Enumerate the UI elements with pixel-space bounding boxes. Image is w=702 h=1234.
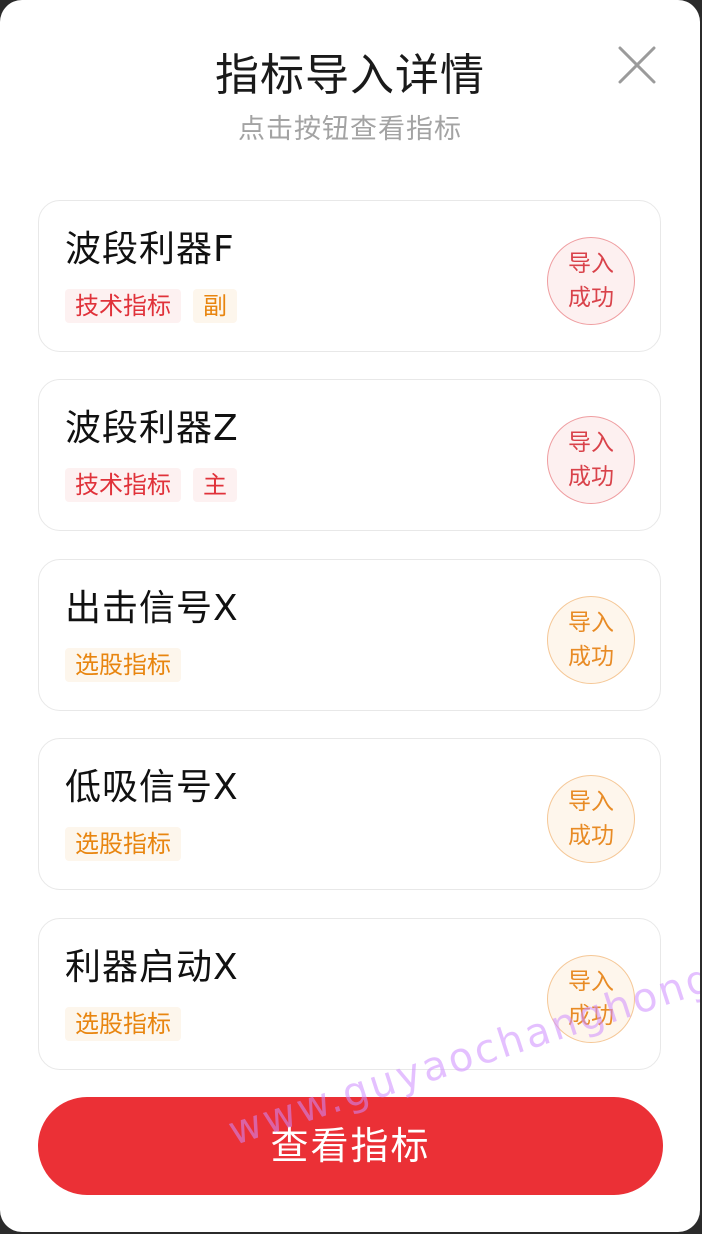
stamp-line-2: 成功 [568,1003,614,1029]
import-success-stamp: 导入 成功 [547,237,635,325]
indicator-card: 波段利器F 技术指标 副 导入 成功 [38,200,661,352]
indicator-card: 利器启动X 选股指标 导入 成功 [38,918,661,1070]
indicator-type-tag: 选股指标 [65,1007,181,1041]
stamp-line-2: 成功 [568,644,614,670]
indicator-card: 出击信号X 选股指标 导入 成功 [38,559,661,711]
import-success-stamp: 导入 成功 [547,416,635,504]
indicator-name: 出击信号X [65,588,239,629]
modal-subtitle: 点击按钮查看指标 [238,114,462,145]
indicator-tags: 技术指标 副 [65,289,237,323]
stamp-line-2: 成功 [568,464,614,490]
stamp-line-1: 导入 [568,251,614,277]
indicator-name: 波段利器Z [65,408,239,449]
close-icon[interactable] [614,42,660,88]
indicator-position-tag: 副 [193,289,237,323]
indicator-name: 低吸信号X [65,767,239,808]
indicator-name: 波段利器F [65,229,235,270]
indicator-tags: 选股指标 [65,648,181,682]
stamp-line-2: 成功 [568,823,614,849]
stamp-line-1: 导入 [568,430,614,456]
stamp-line-1: 导入 [568,610,614,636]
indicator-card: 波段利器Z 技术指标 主 导入 成功 [38,379,661,531]
indicator-card: 低吸信号X 选股指标 导入 成功 [38,738,661,890]
import-details-modal: 指标导入详情 点击按钮查看指标 波段利器F 技术指标 副 导入 成功 波段利器Z… [0,0,700,1232]
indicator-tags: 选股指标 [65,1007,181,1041]
indicator-tags: 技术指标 主 [65,468,237,502]
modal-title: 指标导入详情 [215,50,485,101]
import-success-stamp: 导入 成功 [547,596,635,684]
indicator-type-tag: 技术指标 [65,468,181,502]
indicator-name: 利器启动X [65,947,239,988]
indicator-type-tag: 选股指标 [65,648,181,682]
import-success-stamp: 导入 成功 [547,955,635,1043]
stamp-line-1: 导入 [568,789,614,815]
indicator-tags: 选股指标 [65,827,181,861]
indicator-position-tag: 主 [193,468,237,502]
indicator-type-tag: 技术指标 [65,289,181,323]
stamp-line-2: 成功 [568,285,614,311]
stamp-line-1: 导入 [568,969,614,995]
view-indicators-button[interactable]: 查看指标 [38,1097,663,1195]
import-success-stamp: 导入 成功 [547,775,635,863]
indicator-type-tag: 选股指标 [65,827,181,861]
